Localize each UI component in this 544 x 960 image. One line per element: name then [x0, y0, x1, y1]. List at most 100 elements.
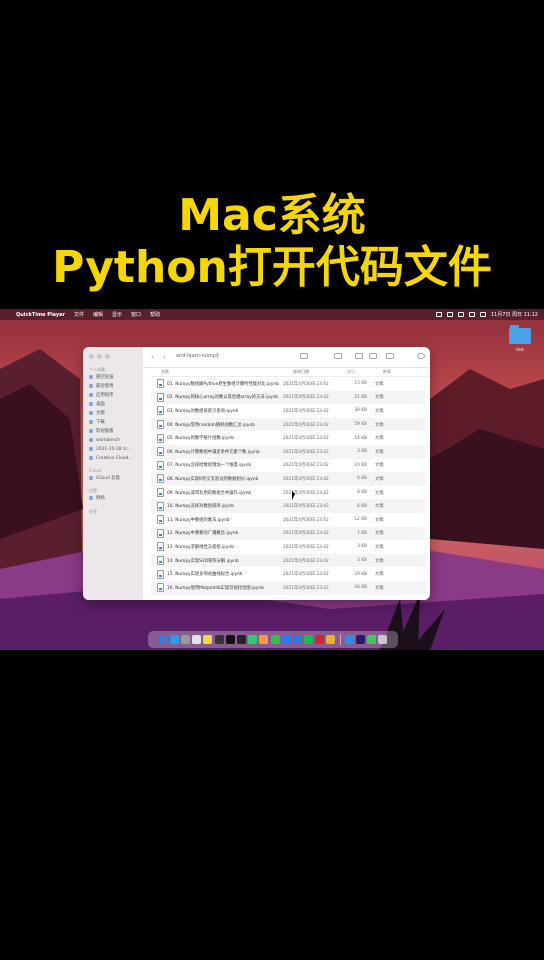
file-row[interactable]: 06. Numpy计算数组中满足条件元素个数.ipynb 2021年4月30日 2…: [151, 444, 426, 459]
file-kind: 文稿: [375, 422, 384, 428]
sidebar-item-applications[interactable]: 应用程序: [89, 391, 114, 399]
messages-app-icon[interactable]: [367, 635, 377, 644]
menu-window[interactable]: 窗口: [131, 311, 141, 318]
sidebar-item-icloud-drive[interactable]: iCloud 云盘: [89, 474, 120, 482]
column-kind[interactable]: 种类: [383, 369, 391, 375]
file-name: 15. Numpy实现多项式曲线拟合.ipynb: [167, 572, 243, 578]
file-date: 2021年4月30日 23:42: [283, 395, 329, 401]
premiere-app-icon[interactable]: [356, 635, 365, 644]
control-center-icon[interactable]: [479, 312, 486, 317]
file-kind: 文稿: [375, 504, 384, 510]
menu-file[interactable]: 文件: [74, 311, 84, 318]
list-view-icon[interactable]: [300, 353, 308, 359]
column-date[interactable]: 修改日期: [293, 369, 347, 375]
chrome-app-icon[interactable]: [326, 635, 336, 644]
sidebar-item-recording[interactable]: 2021-10-18 tc...: [89, 445, 131, 453]
file-row[interactable]: 07. Numpy怎样给数组增加一个维度.ipynb 2021年4月30日 23:…: [151, 459, 426, 473]
finder-sidebar: 个人收藏 隔空投送 最近使用 应用程序 桌面 文稿 下载 影视观看 workbe…: [83, 347, 143, 600]
menu-app-name[interactable]: QuickTime Player: [16, 312, 65, 318]
battery-icon[interactable]: [446, 312, 453, 317]
zoom-button[interactable]: [105, 354, 110, 359]
headline-line-1: Mac系统: [178, 190, 366, 241]
file-size: 8 KB: [357, 490, 367, 496]
file-row[interactable]: 16. Numpy使用Matplotlib实现可视化绘图.ipynb 2021年4…: [151, 580, 426, 595]
sidebar-item-desktop[interactable]: 桌面: [89, 400, 105, 408]
record-icon[interactable]: [435, 312, 442, 317]
calendar-app-icon[interactable]: [192, 635, 202, 644]
close-button[interactable]: [89, 354, 94, 359]
sidebar-item-recents[interactable]: 最近使用: [89, 382, 114, 390]
search-icon[interactable]: [468, 312, 475, 317]
vscode-app-icon[interactable]: [292, 635, 302, 644]
spotify-app-icon[interactable]: [304, 635, 314, 644]
file-row[interactable]: 09. Numpy非常有用的数组合并操作.ipynb 2021年4月30日 23:…: [151, 486, 426, 500]
launchpad-app-icon[interactable]: [181, 635, 190, 644]
menu-clock[interactable]: 11月7日 周日 11:12: [491, 311, 538, 318]
column-header: 名称 修改日期 大小 种类: [151, 367, 430, 377]
notebook-file-icon: [157, 379, 164, 389]
tag-icon[interactable]: [369, 353, 377, 359]
sidebar-item-network[interactable]: 网络: [89, 494, 105, 502]
file-row[interactable]: 11. Numpy中数组的乘法.ipynb 2021年4月30日 23:42 12 …: [151, 513, 426, 527]
file-row[interactable]: 13. Numpy求解线性方程组.ipynb 2021年4月30日 23:42 3 …: [151, 540, 426, 554]
file-row[interactable]: 12. Numpy中重要的广播概念.ipynb 2021年4月30日 23:42 7…: [151, 526, 426, 541]
notes-app-icon[interactable]: [203, 635, 213, 644]
safari-app-icon[interactable]: [169, 635, 179, 644]
sidebar-item-movies[interactable]: 影视观看: [89, 427, 114, 435]
file-row[interactable]: 15. Numpy实现多项式曲线拟合.ipynb 2021年4月30日 23:42…: [151, 567, 426, 581]
notebook-file-icon: [157, 542, 164, 552]
notebook-file-icon: [157, 406, 164, 416]
dock-separator: [339, 634, 341, 645]
finder-app-icon[interactable]: [158, 635, 168, 644]
sidebar-item-creative-cloud[interactable]: Creative Cloud...: [89, 454, 133, 462]
desktop-folder-test[interactable]: test: [508, 325, 532, 357]
sidebar-item-workbench[interactable]: workbench: [89, 436, 120, 444]
file-row[interactable]: 02. Numpy的核心array对象以及创建array的方法.ipynb 202…: [151, 390, 426, 405]
dingtalk-app-icon[interactable]: [281, 635, 291, 644]
folder-icon: [89, 447, 93, 451]
minimize-button[interactable]: [97, 354, 102, 359]
menu-help[interactable]: 帮助: [150, 311, 160, 318]
file-date: 2021年4月30日 23:42: [283, 476, 329, 482]
trash-app-icon[interactable]: [378, 635, 388, 644]
search-icon[interactable]: [417, 353, 425, 359]
cloud-icon: [89, 476, 93, 480]
appstore-app-icon[interactable]: [344, 635, 354, 644]
file-date: 2021年4月30日 23:42: [283, 463, 329, 469]
file-row[interactable]: 03. Numpy对数组按索引查询.ipynb 2021年4月30日 23:42 3…: [151, 404, 426, 418]
group-icon[interactable]: [334, 353, 342, 359]
back-icon[interactable]: ‹: [151, 353, 154, 361]
file-row[interactable]: 04. Numpy常用random随机函数汇总.ipynb 2021年4月30日 …: [151, 417, 426, 432]
capcut-app-icon[interactable]: [225, 635, 235, 644]
more-icon[interactable]: [386, 353, 394, 359]
file-row[interactable]: 01. Numpy数组跟Python原生数组计算时性能对比.ipynb 2021年…: [151, 377, 426, 391]
sidebar-item-airdrop[interactable]: 隔空投送: [89, 373, 114, 381]
file-date: 2021年4月30日 23:42: [283, 531, 329, 537]
wifi-icon[interactable]: [457, 312, 464, 317]
sidebar-item-downloads[interactable]: 下载: [89, 418, 105, 426]
column-name[interactable]: 名称: [151, 369, 293, 375]
file-name: 16. Numpy使用Matplotlib实现可视化绘图.ipynb: [167, 585, 264, 591]
terminal-app-icon[interactable]: [236, 635, 246, 644]
netease-app-icon[interactable]: [315, 635, 325, 644]
menu-view[interactable]: 显示: [112, 311, 122, 318]
file-row[interactable]: 05. Numpy的数学统计函数.ipynb 2021年4月30日 23:42 14…: [151, 431, 426, 445]
menu-edit[interactable]: 编辑: [93, 311, 103, 318]
pycharm-app-icon[interactable]: [248, 635, 258, 644]
file-row[interactable]: 08. Numpy实现K折交叉验证的数据划分.ipynb 2021年4月30日 2…: [151, 472, 426, 486]
file-name: 09. Numpy非常有用的数组合并操作.ipynb: [167, 490, 252, 496]
share-icon[interactable]: [355, 353, 363, 359]
file-row[interactable]: 14. Numpy实现SVD矩阵分解.ipynb 2021年4月30日 23:42…: [151, 553, 426, 568]
mac-screen: QuickTime Player 文件 编辑 显示 窗口 帮助 11月7日 周日…: [0, 309, 544, 650]
notebook-file-icon: [157, 420, 164, 430]
column-size[interactable]: 大小: [347, 369, 383, 375]
file-name: 07. Numpy怎样给数组增加一个维度.ipynb: [167, 463, 252, 469]
quicktime-app-icon[interactable]: [214, 635, 224, 644]
file-row[interactable]: 10. Numpy怎样对数组排序.ipynb 2021年4月30日 23:42 6 …: [151, 499, 426, 513]
wechat-app-icon[interactable]: [270, 635, 280, 644]
file-size: 34 KB: [354, 585, 367, 591]
sublime-app-icon[interactable]: [259, 635, 269, 644]
file-date: 2021年4月30日 23:42: [283, 408, 329, 414]
forward-icon[interactable]: ›: [163, 353, 166, 361]
sidebar-item-documents[interactable]: 文稿: [89, 409, 105, 417]
